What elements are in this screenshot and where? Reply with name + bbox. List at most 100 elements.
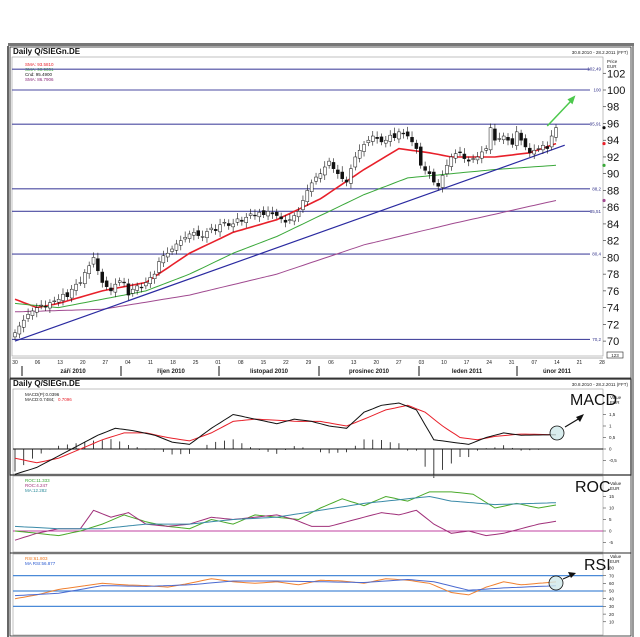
level-label: 88,2 <box>592 186 601 191</box>
candle-body <box>152 273 157 279</box>
candle-body <box>96 258 100 272</box>
background <box>0 0 640 637</box>
date-tick-label: 22 <box>283 360 289 366</box>
candle-body <box>536 148 541 150</box>
candle-body <box>74 283 78 291</box>
candle-body <box>401 132 406 135</box>
level-label: 102,49 <box>587 67 601 72</box>
candle-body <box>65 292 70 297</box>
candle-body <box>419 146 423 166</box>
candle-body <box>423 166 427 171</box>
candle-body <box>519 132 523 141</box>
axis-label: -0,5 <box>609 458 617 463</box>
date-tick-label: 17 <box>464 360 470 366</box>
candle-body <box>87 265 91 274</box>
candle-body <box>17 325 22 335</box>
axis-label: 60 <box>609 581 615 586</box>
stock-chart: Daily Q/SIEGn.DE 30.8.2010 - 28.2.2011 (… <box>0 0 640 637</box>
candle-body <box>545 146 550 149</box>
candle-body <box>13 332 17 338</box>
candle-body <box>170 248 174 252</box>
candle-body <box>100 271 105 283</box>
last-value-marker <box>602 198 606 203</box>
date-tick-label: 07 <box>531 360 537 366</box>
candle-body <box>462 153 467 159</box>
price-axis-label: 82 <box>607 236 619 248</box>
highlight-circle <box>549 425 565 441</box>
candle-body <box>244 216 248 223</box>
macd-date-range: 30.8.2010 - 28.2.2011 (FFT) <box>572 382 629 387</box>
candle-body <box>532 150 536 155</box>
candle-body <box>109 287 113 292</box>
price-axis-label: 86 <box>607 202 619 214</box>
candle-body <box>248 213 253 216</box>
candle-body <box>231 223 235 228</box>
price-axis-label: 100 <box>607 85 625 97</box>
date-tick-label: 08 <box>238 360 244 366</box>
candle-body <box>39 304 43 307</box>
candle-body <box>392 133 397 138</box>
candle-body <box>397 131 401 140</box>
candle-body <box>78 282 83 284</box>
candle-body <box>309 182 314 192</box>
date-tick-label: 29 <box>306 360 312 366</box>
candle-body <box>501 135 506 141</box>
candle-body <box>187 233 192 239</box>
candle-body <box>135 285 139 291</box>
candle-body <box>227 223 231 226</box>
rsi-axis-currency: EUR <box>610 559 620 564</box>
candle-body <box>266 211 270 217</box>
candle-body <box>209 227 214 231</box>
candle-body <box>235 218 240 223</box>
level-label: 100 <box>593 88 601 93</box>
candle-body <box>283 219 288 223</box>
candle-body <box>257 211 262 218</box>
candle-body <box>296 211 301 218</box>
candle-body <box>336 169 340 174</box>
date-tick-label: 18 <box>170 360 176 366</box>
candle-body <box>349 168 353 184</box>
candle-body <box>144 282 148 287</box>
axis-label: 20 <box>609 612 615 617</box>
candle-body <box>440 175 445 188</box>
candle-body <box>126 283 131 296</box>
highlight-circle <box>548 575 564 591</box>
candle-body <box>305 190 310 202</box>
candle-body <box>357 150 362 159</box>
month-label: únor 2011 <box>543 369 572 375</box>
price-legend-entry: SMA: 86.7906 <box>25 77 54 82</box>
candle-body <box>497 138 502 140</box>
corner-badge-text: 123 <box>611 353 619 358</box>
level-label: 80,4 <box>592 252 601 257</box>
price-axis-label: 92 <box>607 152 619 164</box>
axis-label: 50 <box>609 589 615 594</box>
candle-body <box>375 137 379 139</box>
price-axis-label: 98 <box>607 102 619 114</box>
window-top-bar <box>8 43 634 46</box>
candle-body <box>35 307 39 313</box>
candle-body <box>200 236 205 238</box>
candle-body <box>196 230 200 236</box>
price-panel-title: Daily Q/SIEGn.DE <box>13 47 81 56</box>
date-tick-label: 25 <box>193 360 199 366</box>
price-axis-label: 72 <box>607 319 619 331</box>
date-tick-label: 27 <box>396 360 402 366</box>
candle-body <box>213 229 218 231</box>
candle-body <box>366 139 371 143</box>
roc-label: ROC <box>575 479 611 496</box>
price-date-range: 30.8.2010 - 28.2.2011 (FFT) <box>572 50 629 55</box>
candle-body <box>69 288 74 299</box>
candle-body <box>371 135 375 142</box>
candle-body <box>436 183 440 187</box>
macd-legend-entry: MACD:0.7484; <box>25 397 55 402</box>
month-label: prosinec 2010 <box>349 369 390 375</box>
price-axis-label: 94 <box>607 135 619 147</box>
candle-body <box>161 255 166 264</box>
axis-label: 80 <box>609 566 615 571</box>
date-tick-label: 11 <box>148 360 153 366</box>
month-label: říjen 2010 <box>157 369 185 375</box>
candle-body <box>117 280 122 283</box>
candle-body <box>432 171 436 183</box>
candle-body <box>323 166 327 176</box>
candle-body <box>384 139 388 144</box>
